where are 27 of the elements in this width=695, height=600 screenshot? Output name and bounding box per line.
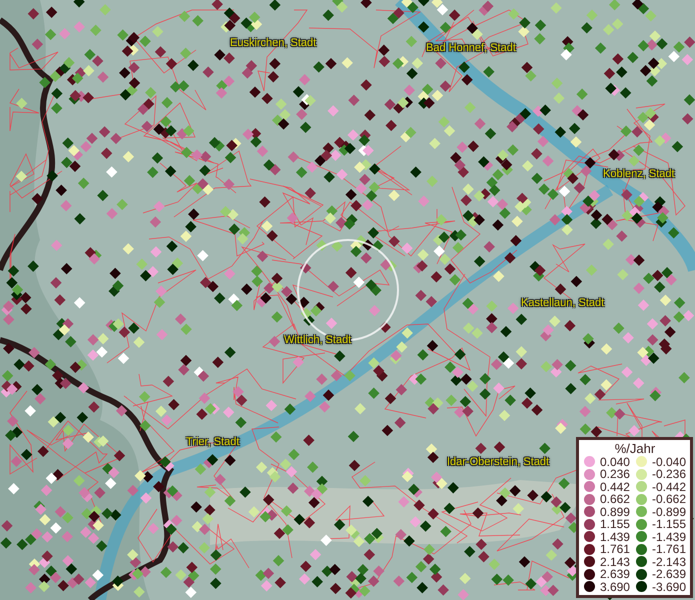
city-label: Trier, Stadt: [186, 436, 240, 448]
legend-value: 1.761: [600, 543, 630, 556]
legend-value: 2.639: [600, 568, 630, 580]
legend-value: -1.155: [652, 518, 686, 530]
legend-value: 2.143: [600, 556, 630, 568]
legend-value: -0.662: [652, 493, 686, 506]
legend-value: -2.143: [652, 556, 686, 568]
legend-value: -0.236: [652, 468, 686, 480]
legend-value: -1.761: [652, 543, 686, 556]
legend-value: -1.439: [652, 530, 686, 543]
legend-value: 0.442: [600, 480, 630, 493]
legend-value: 0.236: [600, 468, 630, 480]
legend-value: -0.040: [652, 456, 686, 468]
legend-value: -3.690: [652, 580, 686, 593]
legend-value: -2.639: [652, 568, 686, 580]
city-label: Idar-Oberstein, Stadt: [447, 456, 550, 468]
legend-value: 1.155: [600, 518, 630, 530]
legend-value: 0.662: [600, 493, 630, 506]
city-label: Wittlich, Stadt: [284, 334, 352, 346]
legend-value: -0.442: [652, 480, 686, 493]
legend-value: 1.439: [600, 530, 630, 543]
legend-title: %/Jahr: [614, 440, 656, 456]
legend-value: 3.690: [600, 580, 630, 593]
city-label: Kastellaun, Stadt: [521, 297, 604, 309]
legend-value: -0.899: [652, 506, 686, 518]
legend-value: 0.040: [600, 456, 630, 468]
legend-value: 0.899: [600, 506, 630, 518]
